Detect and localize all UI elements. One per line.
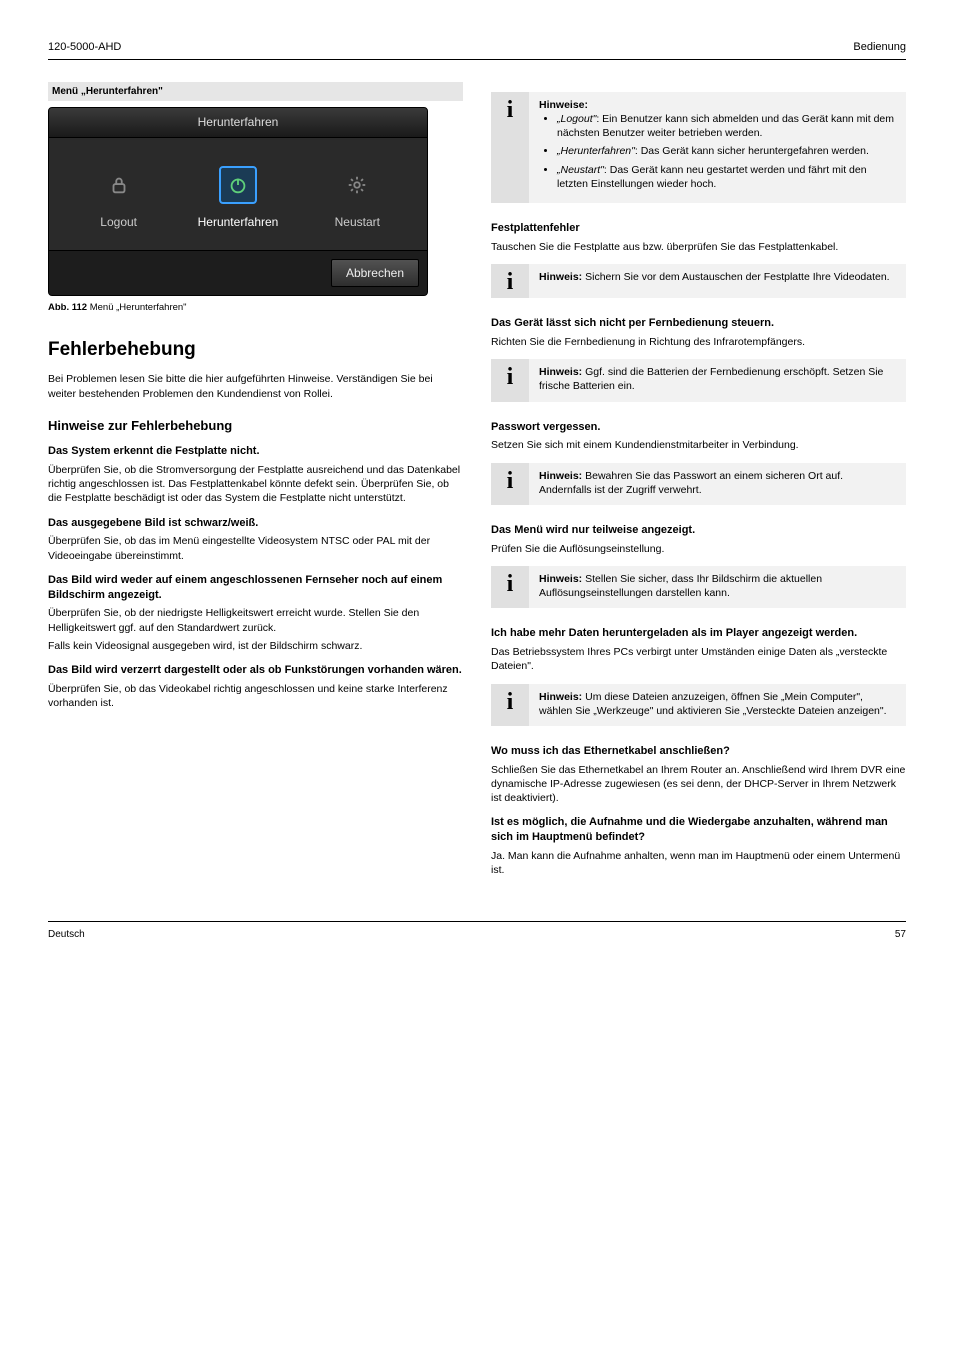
info-icon: i	[491, 684, 529, 726]
list-item: „Neustart": Das Gerät kann neu gestartet…	[557, 163, 896, 191]
subsection-heading: Hinweise zur Fehlerbehebung	[48, 417, 463, 435]
qa-heading: Das System erkennt die Festplatte nicht.	[48, 444, 463, 459]
lock-icon	[108, 174, 130, 196]
header-product: 120-5000-AHD	[48, 40, 121, 55]
paragraph: Falls kein Videosignal ausgegeben wird, …	[48, 639, 463, 653]
qa-heading: Das Bild wird verzerrt dargestellt oder …	[48, 663, 463, 678]
section-heading: Fehlerbehebung	[48, 337, 463, 363]
info-box: i Hinweis: Ggf. sind die Batterien der F…	[491, 359, 906, 401]
info-box: i Hinweise: „Logout": Ein Benutzer kann …	[491, 92, 906, 203]
info-title: Hinweis:	[539, 271, 582, 283]
figure-label-bar: Menü „Herunterfahren"	[48, 82, 463, 102]
dialog-item-logout[interactable]: Logout	[64, 166, 174, 230]
restart-icon	[346, 174, 368, 196]
page-footer: Deutsch 57	[48, 921, 906, 942]
info-box: i Hinweis: Bewahren Sie das Passwort an …	[491, 463, 906, 505]
paragraph: Überprüfen Sie, ob die Stromversorgung d…	[48, 463, 463, 506]
qa-heading: Das Gerät lässt sich nicht per Fernbedie…	[491, 316, 906, 331]
info-box: i Hinweis: Stellen Sie sicher, dass Ihr …	[491, 566, 906, 608]
list-item: „Logout": Ein Benutzer kann sich abmelde…	[557, 112, 896, 140]
paragraph: Ja. Man kann die Aufnahme anhalten, wenn…	[491, 849, 906, 877]
paragraph: Setzen Sie sich mit einem Kundendienstmi…	[491, 438, 906, 452]
info-title: Hinweis:	[539, 573, 582, 585]
info-body: Ggf. sind die Batterien der Fernbedienun…	[539, 366, 883, 392]
info-title: Hinweis:	[539, 366, 582, 378]
paragraph: Schließen Sie das Ethernetkabel an Ihrem…	[491, 763, 906, 806]
qa-heading: Ich habe mehr Daten heruntergeladen als …	[491, 626, 906, 641]
list-item: „Herunterfahren": Das Gerät kann sicher …	[557, 144, 896, 158]
qa-heading: Das Menü wird nur teilweise angezeigt.	[491, 523, 906, 538]
footer-page-number: 57	[895, 928, 906, 942]
paragraph: Bei Problemen lesen Sie bitte die hier a…	[48, 372, 463, 400]
page-header: 120-5000-AHD Bedienung	[48, 40, 906, 60]
info-icon: i	[491, 359, 529, 401]
qa-heading: Das Bild wird weder auf einem angeschlos…	[48, 573, 463, 603]
dialog-item-shutdown[interactable]: Herunterfahren	[183, 166, 293, 230]
dialog-cancel-button[interactable]: Abbrechen	[331, 259, 419, 287]
info-icon: i	[491, 566, 529, 608]
dialog-item-label: Logout	[100, 214, 137, 230]
info-title: Hinweis:	[539, 691, 582, 703]
qa-heading: Ist es möglich, die Aufnahme und die Wie…	[491, 815, 906, 845]
dialog-item-label: Neustart	[335, 214, 380, 230]
power-icon	[227, 174, 249, 196]
info-body: Um diese Dateien anzuzeigen, öffnen Sie …	[539, 691, 887, 717]
figure-caption: Abb. 112 Menü „Herunterfahren"	[48, 302, 463, 315]
info-body: Stellen Sie sicher, dass Ihr Bildschirm …	[539, 573, 822, 599]
qa-heading: Passwort vergessen.	[491, 420, 906, 435]
footer-language: Deutsch	[48, 928, 85, 942]
paragraph: Tauschen Sie die Festplatte aus bzw. übe…	[491, 240, 906, 254]
dialog-item-label: Herunterfahren	[198, 214, 279, 230]
qa-heading: Das ausgegebene Bild ist schwarz/weiß.	[48, 516, 463, 531]
shutdown-dialog: Herunterfahren Logout Herunterfahren	[48, 107, 428, 296]
paragraph: Überprüfen Sie, ob das Videokabel richti…	[48, 682, 463, 710]
qa-heading: Festplattenfehler	[491, 221, 906, 236]
info-body: Bewahren Sie das Passwort an einem siche…	[539, 470, 843, 496]
info-box: i Hinweis: Sichern Sie vor dem Austausch…	[491, 264, 906, 298]
paragraph: Überprüfen Sie, ob das im Menü eingestel…	[48, 534, 463, 562]
dialog-item-restart[interactable]: Neustart	[302, 166, 412, 230]
header-section: Bedienung	[853, 40, 906, 55]
paragraph: Überprüfen Sie, ob der niedrigste Hellig…	[48, 606, 463, 634]
info-title: Hinweis:	[539, 470, 582, 482]
info-body: Sichern Sie vor dem Austauschen der Fest…	[585, 271, 890, 283]
qa-heading: Wo muss ich das Ethernetkabel anschließe…	[491, 744, 906, 759]
paragraph: Richten Sie die Fernbedienung in Richtun…	[491, 335, 906, 349]
dialog-title: Herunterfahren	[49, 108, 427, 137]
paragraph: Das Betriebssystem Ihres PCs verbirgt un…	[491, 645, 906, 673]
info-title: Hinweise:	[539, 99, 588, 111]
info-icon: i	[491, 92, 529, 203]
info-box: i Hinweis: Um diese Dateien anzuzeigen, …	[491, 684, 906, 726]
info-icon: i	[491, 463, 529, 505]
paragraph: Prüfen Sie die Auflösungseinstellung.	[491, 542, 906, 556]
info-icon: i	[491, 264, 529, 298]
